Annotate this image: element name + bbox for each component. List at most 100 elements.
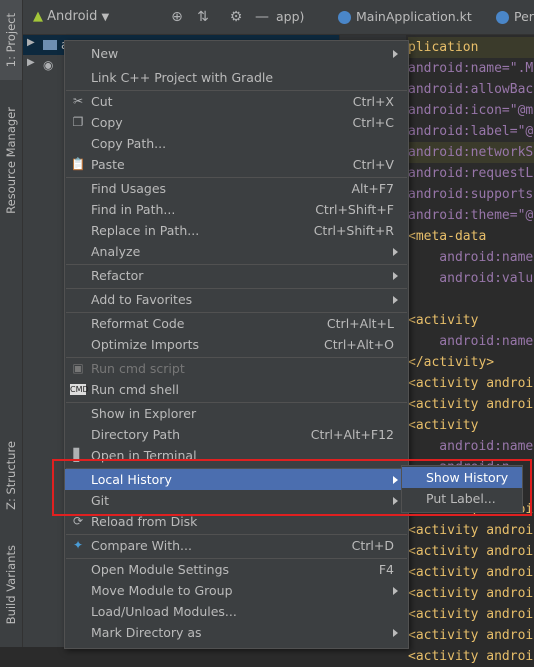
shortcut: F4 [378,562,394,577]
menu-item-move-module-to-group[interactable]: Move Module to Group [65,580,408,601]
code-line[interactable]: android:name [408,436,534,457]
menu-label: Move Module to Group [91,583,233,598]
code-line[interactable]: android:name=".M [408,58,534,79]
menu-item-directory-path[interactable]: Directory Path Ctrl+Alt+F12 [65,424,408,445]
submenu-arrow-icon [393,587,398,595]
editor-tab-label: app) [276,9,305,24]
view-selector-label: Android [47,9,98,24]
locate-icon[interactable]: ⊕ [169,9,185,25]
code-line[interactable]: android:valu [408,268,534,289]
menu-item-find-in-path[interactable]: Find in Path... Ctrl+Shift+F [65,199,408,220]
android-icon: ▲ [33,9,43,24]
menu-item-cut[interactable]: ✂ Cut Ctrl+X [65,91,408,112]
menu-item-copy-path[interactable]: Copy Path... [65,133,408,154]
code-line[interactable]: <activity androi [408,583,534,604]
menu-item-replace-in-path[interactable]: Replace in Path... Ctrl+Shift+R [65,220,408,241]
menu-item-reload-from-disk[interactable]: ⟳ Reload from Disk [65,511,408,532]
submenu-item-put-label[interactable]: Put Label... [402,488,522,509]
menu-label: Find in Path... [91,202,176,217]
menu-item-compare-with[interactable]: ✦ Compare With... Ctrl+D [65,535,408,556]
context-menu: New Link C++ Project with Gradle ✂ Cut Ctr… [64,40,409,649]
submenu-label: Put Label... [426,491,496,506]
menu-label: Replace in Path... [91,223,200,238]
menu-label: Run cmd script [91,361,185,376]
code-line[interactable]: android:label="@ [408,121,534,142]
menu-item-git[interactable]: Git [65,490,408,511]
menu-item-optimize-imports[interactable]: Optimize Imports Ctrl+Alt+O [65,334,408,355]
menu-item-find-usages[interactable]: Find Usages Alt+F7 [65,178,408,199]
code-line[interactable]: plication [408,37,534,58]
code-line[interactable] [408,289,534,310]
build-variants-label: Build Variants [4,545,18,625]
code-line[interactable]: <activity androi [408,541,534,562]
menu-label: Refactor [91,268,144,283]
submenu-arrow-icon [393,497,398,505]
menu-item-copy[interactable]: ❐ Copy Ctrl+C [65,112,408,133]
menu-item-run-cmd-script[interactable]: ▣ Run cmd script [65,358,408,379]
code-line[interactable]: <activity androi [408,373,534,394]
menu-item-new[interactable]: New [65,43,408,64]
code-line[interactable]: <activity androi [408,562,534,583]
build-variants-tab[interactable]: Build Variants [0,530,22,640]
menu-item-analyze[interactable]: Analyze [65,241,408,262]
submenu-item-show-history[interactable]: Show History [402,467,522,488]
shortcut: Ctrl+Alt+F12 [310,427,394,442]
editor-tab[interactable]: MainApplication.kt [338,0,472,34]
code-line[interactable]: <meta-data [408,226,534,247]
view-selector-dropdown[interactable]: ▲ Android ▼ [33,9,109,24]
menu-label: Reformat Code [91,316,185,331]
code-line[interactable]: android:name [408,331,534,352]
menu-item-reformat-code[interactable]: Reformat Code Ctrl+Alt+L [65,313,408,334]
menu-label: Find Usages [91,181,167,196]
editor-tab[interactable]: Per [496,0,534,34]
code-line[interactable]: <activity [408,415,534,436]
menu-label: Load/Unload Modules... [91,604,237,619]
code-line[interactable]: <activity androi [408,520,534,541]
menu-item-link-cpp[interactable]: Link C++ Project with Gradle [65,67,408,88]
shortcut: Ctrl+Shift+R [313,223,394,238]
code-line[interactable]: android:requestL [408,163,534,184]
menu-item-run-cmd-shell[interactable]: CMD Run cmd shell [65,379,408,400]
menu-item-open-in-terminal[interactable]: ▋ Open in Terminal [65,445,408,466]
menu-item-load-unload-modules[interactable]: Load/Unload Modules... [65,601,408,622]
code-line[interactable]: android:allowBac [408,79,534,100]
menu-label: Show in Explorer [91,406,197,421]
code-line[interactable]: android:networkS [408,142,534,163]
code-line[interactable]: <activity [408,310,534,331]
code-line[interactable]: <activity androi [408,394,534,415]
minimize-icon[interactable]: — [254,9,270,25]
collapse-icon[interactable]: ⇅ [195,9,211,25]
menu-item-show-in-explorer[interactable]: Show in Explorer [65,403,408,424]
code-content[interactable]: plication android:name=".M android:allowBa… [408,37,534,667]
menu-item-mark-directory-as[interactable]: Mark Directory as [65,622,408,643]
gear-icon[interactable]: ⚙ [228,9,244,25]
submenu-arrow-icon [393,476,398,484]
menu-label: Local History [91,472,172,487]
code-line[interactable]: android:icon="@m [408,100,534,121]
shortcut: Ctrl+C [352,115,394,130]
submenu-label: Show History [426,470,509,485]
menu-label: Open in Terminal [91,448,197,463]
menu-item-paste[interactable]: 📋 Paste Ctrl+V [65,154,408,175]
terminal-icon: ▋ [73,448,83,462]
code-line[interactable]: <activity androi [408,646,534,667]
code-line[interactable]: <activity androi [408,604,534,625]
code-line[interactable]: android:theme="@ [408,205,534,226]
structure-tab[interactable]: Z: Structure [0,430,22,520]
reload-icon: ⟳ [72,514,84,528]
editor-tab[interactable]: app) [276,0,304,34]
expand-arrow-icon: ▶ [27,37,35,48]
project-tool-tab[interactable]: 1: Project [0,0,22,80]
resource-manager-label: Resource Manager [4,106,18,214]
code-line[interactable]: </activity> [408,352,534,373]
shortcut: Ctrl+D [351,538,394,553]
menu-item-refactor[interactable]: Refactor [65,265,408,286]
menu-item-local-history[interactable]: Local History [65,469,408,490]
code-line[interactable]: android:supports [408,184,534,205]
resource-manager-tab[interactable]: Resource Manager [0,95,22,225]
menu-item-open-module-settings[interactable]: Open Module Settings F4 [65,559,408,580]
code-line[interactable]: <activity androi [408,625,534,646]
menu-item-add-to-favorites[interactable]: Add to Favorites [65,289,408,310]
shortcut: Ctrl+V [352,157,394,172]
code-line[interactable]: android:name [408,247,534,268]
